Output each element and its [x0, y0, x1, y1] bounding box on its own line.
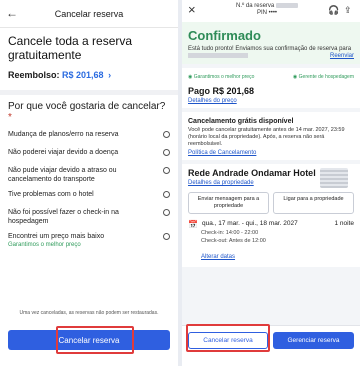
refund-amount: R$ 201,68 — [62, 70, 104, 80]
price-row: Pago R$ 201,68 — [188, 86, 354, 96]
chevron-right-icon: › — [108, 70, 112, 80]
reason-list: Mudança de planos/erro na reserva Não pod… — [0, 127, 178, 253]
price-card: ◉ Garantimos o melhor preço ◉ Gerente de… — [182, 68, 360, 109]
message-property-button[interactable]: Enviar mensagem para a propriedade — [188, 192, 269, 215]
top-bar: ← Cancelar reserva — [0, 0, 178, 28]
reason-question: Por que você gostaria de cancelar? * — [0, 95, 178, 127]
reason-option[interactable]: Não poderei viajar devido a doença — [0, 145, 178, 163]
checkout-time: Check-out: Antes de 12:00 — [201, 238, 266, 245]
nights-count: 1 noite — [334, 220, 354, 228]
radio-button[interactable] — [163, 191, 170, 198]
cancellation-text: Você pode cancelar gratuitamente antes d… — [188, 127, 345, 148]
confirmed-title: Confirmado — [188, 28, 261, 43]
reservation-info: N.º da reserva PIN •••• — [222, 3, 312, 17]
question-text: Por que você gostaria de cancelar? — [8, 101, 166, 112]
reason-label: Tive problemas com o hotel — [8, 191, 94, 198]
bottom-action-bar: Cancelar reserva Gerenciar reserva — [182, 325, 360, 366]
required-mark: * — [8, 112, 12, 123]
radio-button[interactable] — [163, 167, 170, 174]
calendar-icon: 📅 — [188, 220, 198, 230]
reservation-details-screen: × N.º da reserva PIN •••• 🎧 ⇪ Confirmado… — [182, 0, 360, 366]
reason-option[interactable]: Tive problemas com o hotel — [0, 187, 178, 205]
reason-label: Não foi possível fazer o check-in na hos… — [8, 209, 119, 225]
radio-button[interactable] — [163, 209, 170, 216]
reason-label: Encontrei um preço mais baixo — [8, 233, 105, 240]
cancellation-heading: Cancelamento grátis disponível — [188, 118, 294, 126]
manager-text: Gerente de hospedagem — [298, 74, 354, 81]
back-arrow-icon[interactable]: ← — [6, 6, 18, 20]
badges: ◉ Garantimos o melhor preço ◉ Gerente de… — [188, 74, 354, 80]
guarantee-badge: Garantimos o melhor preço — [8, 242, 81, 248]
reservation-label: N.º da reserva — [236, 3, 275, 10]
top-bar: × N.º da reserva PIN •••• 🎧 ⇪ — [182, 0, 360, 22]
headset-icon[interactable]: 🎧 — [328, 5, 339, 16]
dates-text: qua., 17 mar. - qui., 18 mar. 2027 — [201, 220, 298, 228]
cancellation-policy-link[interactable]: Política de Cancelamento — [188, 150, 354, 156]
close-icon[interactable]: × — [188, 2, 196, 17]
best-price-text: Garantimos o melhor preço — [193, 74, 255, 81]
resend-link[interactable]: Reenviar — [330, 53, 354, 60]
price-label: Pago — [188, 86, 211, 97]
cancel-reservation-screen: ← Cancelar reserva Cancele toda a reserv… — [0, 0, 178, 366]
price-value: R$ 201,68 — [212, 86, 255, 97]
share-icon[interactable]: ⇪ — [344, 5, 352, 16]
email-redacted — [188, 53, 248, 58]
reason-label: Não pude viajar devido a atraso ou cance… — [8, 167, 117, 183]
radio-button[interactable] — [163, 233, 170, 240]
reason-label: Mudança de planos/erro na reserva — [8, 131, 119, 138]
confirmation-banner: Confirmado Está tudo pronto! Enviamos su… — [182, 22, 360, 65]
manage-reservation-button[interactable]: Gerenciar reserva — [273, 332, 354, 349]
best-price-badge: ◉ Garantimos o melhor preço — [188, 74, 255, 81]
cancellation-card: Cancelamento grátis disponível Você pode… — [182, 112, 360, 161]
refund-row[interactable]: Reembolso: R$ 201,68 › — [8, 70, 170, 80]
stay-dates: 📅 qua., 17 mar. - qui., 18 mar. 2027 1 n… — [188, 220, 354, 229]
radio-button[interactable] — [163, 131, 170, 138]
hotel-card: Rede Andrade Ondamar Hotel Detalhes da p… — [182, 164, 360, 268]
cancel-reservation-button[interactable]: Cancelar reserva — [188, 332, 268, 349]
pin-label: PIN •••• — [256, 10, 278, 17]
manager-badge: ◉ Gerente de hospedagem — [292, 74, 354, 81]
price-details-link[interactable]: Detalhes do preço — [188, 98, 354, 104]
page-title: Cancelar reserva — [54, 8, 124, 19]
cancel-reservation-button[interactable]: Cancelar reserva — [8, 330, 170, 350]
confirmation-text: Está tudo pronto! Enviamos sua confirmaç… — [188, 46, 354, 60]
reservation-number-redacted — [275, 3, 298, 8]
reason-option[interactable]: Encontrei um preço mais baixo Garantimos … — [0, 229, 178, 253]
reason-option[interactable]: Não pude viajar devido a atraso ou cance… — [0, 163, 178, 187]
hotel-image[interactable] — [320, 168, 348, 189]
cancel-heading: Cancele toda a reserva gratuitamente — [8, 34, 133, 62]
checkin-time: Check-in: 14:00 - 22:00 — [201, 230, 259, 237]
radio-button[interactable] — [163, 149, 170, 156]
change-dates-link[interactable]: Alterar datas — [188, 254, 235, 260]
cancel-footnote: Uma vez canceladas, as reservas não pode… — [19, 310, 159, 316]
refund-label: Reembolso: — [8, 70, 60, 80]
confirm-message: Está tudo pronto! Enviamos sua confirmaç… — [188, 46, 352, 52]
reason-option[interactable]: Mudança de planos/erro na reserva — [0, 127, 178, 145]
reason-option[interactable]: Não foi possível fazer o check-in na hos… — [0, 205, 178, 229]
call-property-button[interactable]: Ligar para a propriedade — [273, 192, 354, 215]
reason-label: Não poderei viajar devido a doença — [8, 149, 119, 156]
